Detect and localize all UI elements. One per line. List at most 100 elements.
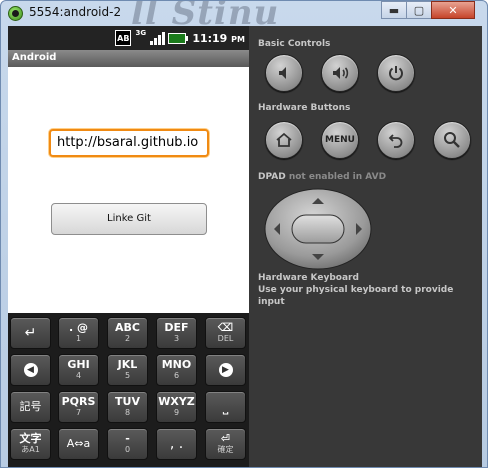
input-mode-icon: AB [115, 30, 132, 46]
key-symbols[interactable]: 記号 [10, 391, 51, 423]
key-sublabel: 1 [75, 334, 82, 343]
key-sublabel: 4 [75, 371, 82, 380]
url-input[interactable]: http://bsaral.github.io [49, 129, 209, 157]
backspace-icon: ⌫ [217, 321, 234, 334]
key-sublabel: 6 [173, 371, 180, 380]
key-sublabel: 0 [124, 445, 131, 454]
key-enter-left[interactable]: ↵ [10, 317, 51, 349]
key-label: ABC [115, 321, 140, 334]
key-cursor-right[interactable]: ▶ [205, 354, 246, 386]
android-app-icon [8, 6, 23, 21]
emulator-window: ll Stinu 5554:android-2 ▬ ▢ ✕ AB 3G 11:1… [0, 0, 488, 468]
key-label: JKL [117, 358, 138, 371]
power-icon [389, 66, 403, 81]
key-punctuation[interactable]: , . [156, 428, 197, 460]
key-7[interactable]: PQRS 7 [58, 391, 99, 423]
volume-up-icon [333, 67, 349, 79]
key-0[interactable]: -0 [107, 428, 148, 460]
key-confirm[interactable]: ⏎ 確定 [205, 428, 246, 460]
key-6[interactable]: MNO 6 [156, 354, 197, 386]
key-label: WXYZ [158, 395, 195, 408]
key-cursor-left[interactable]: ◀ [10, 354, 51, 386]
dpad-label: DPAD not enabled in AVD [258, 172, 386, 182]
space-icon: ⎵ [222, 399, 229, 415]
hardware-keyboard-hint: Use your physical keyboard to provide in… [258, 285, 454, 307]
dpad-label-text: DPAD [258, 172, 286, 182]
key-2[interactable]: ABC 2 [107, 317, 148, 349]
app-title: Android [8, 50, 249, 67]
volume-up-button[interactable] [321, 54, 359, 92]
key-input-mode[interactable]: 文字 あA1 [10, 428, 51, 460]
search-button[interactable] [433, 121, 471, 159]
status-icons: AB 3G 11:19 PM [115, 29, 245, 47]
arrow-left-icon: ◀ [23, 363, 38, 377]
key-1[interactable]: . @1 [58, 317, 99, 349]
key-sublabel: DEL [217, 334, 234, 343]
title-bar[interactable]: ll Stinu 5554:android-2 ▬ ▢ ✕ [1, 1, 487, 29]
key-sublabel: 7 [75, 408, 82, 417]
minimize-button[interactable]: ▬ [381, 1, 407, 19]
network-type-icon: 3G [135, 29, 147, 37]
key-case-toggle[interactable]: A⇔a [58, 428, 99, 460]
key-sublabel: 3 [173, 334, 180, 343]
arrow-right-icon: ▶ [218, 363, 233, 377]
device-screen: AB 3G 11:19 PM Android http://bsaral.git… [8, 26, 249, 313]
volume-down-button[interactable] [265, 54, 303, 92]
key-label: TUV [115, 395, 140, 408]
key-9[interactable]: WXYZ 9 [156, 391, 197, 423]
key-label: 記号 [19, 400, 42, 413]
key-sublabel: 5 [124, 371, 131, 380]
menu-label: MENU [325, 135, 355, 145]
home-button[interactable] [265, 121, 303, 159]
dpad-control[interactable] [264, 188, 372, 270]
close-button[interactable]: ✕ [431, 1, 475, 19]
key-label: A⇔a [66, 437, 91, 450]
key-label: ↵ [24, 325, 37, 341]
key-label: , . [169, 436, 184, 452]
search-icon [444, 132, 460, 148]
back-icon [388, 134, 403, 148]
key-sublabel: 8 [124, 408, 131, 417]
back-button[interactable] [377, 121, 415, 159]
title-watermark: ll Stinu [131, 0, 280, 29]
hardware-keyboard-title: Hardware Keyboard [258, 273, 359, 283]
power-button[interactable] [377, 54, 415, 92]
key-8[interactable]: TUV 8 [107, 391, 148, 423]
key-4[interactable]: GHI 4 [58, 354, 99, 386]
key-label: PQRS [61, 395, 96, 408]
window-title: 5554:android-2 [29, 5, 122, 19]
home-icon [276, 132, 292, 147]
signal-strength-icon [150, 31, 166, 45]
window-controls: ▬ ▢ ✕ [381, 1, 475, 19]
hardware-buttons-label: Hardware Buttons [258, 103, 351, 113]
key-label: 文字 [19, 432, 42, 445]
basic-controls-label: Basic Controls [258, 39, 331, 49]
key-label: - [125, 432, 130, 445]
key-sublabel: 9 [173, 408, 180, 417]
status-time-ampm: PM [231, 34, 245, 44]
emulator-client-area: AB 3G 11:19 PM Android http://bsaral.git… [8, 26, 482, 467]
return-icon: ⏎ [220, 432, 231, 445]
status-time-value: 11:19 [192, 31, 228, 45]
key-label: . @ [68, 321, 88, 334]
key-delete[interactable]: ⌫ DEL [205, 317, 246, 349]
hardware-keyboard-info: Hardware Keyboard Use your physical keyb… [258, 272, 482, 308]
dpad-status: not enabled in AVD [288, 172, 387, 182]
emulator-controls-panel: Basic Controls Hardware Buttons MENU DPA… [249, 26, 482, 467]
maximize-button[interactable]: ▢ [406, 1, 432, 19]
status-time: 11:19 PM [192, 32, 245, 45]
soft-keyboard: ↵ . @1 ABC 2 DEF 3 ⌫ DEL ◀ GHI 4 JKL 5 MNO 6 ▶… [8, 313, 249, 467]
menu-button[interactable]: MENU [321, 121, 359, 159]
key-space[interactable]: ⎵ [205, 391, 246, 423]
key-label: DEF [164, 321, 189, 334]
key-sublabel: あA1 [21, 445, 40, 454]
key-3[interactable]: DEF 3 [156, 317, 197, 349]
battery-icon [168, 32, 189, 44]
key-sublabel: 確定 [217, 445, 234, 454]
volume-down-icon [279, 67, 286, 79]
key-label: MNO [161, 358, 192, 371]
key-label: GHI [67, 358, 90, 371]
link-git-button[interactable]: Linke Git [51, 203, 207, 235]
key-sublabel: 2 [124, 334, 131, 343]
key-5[interactable]: JKL 5 [107, 354, 148, 386]
